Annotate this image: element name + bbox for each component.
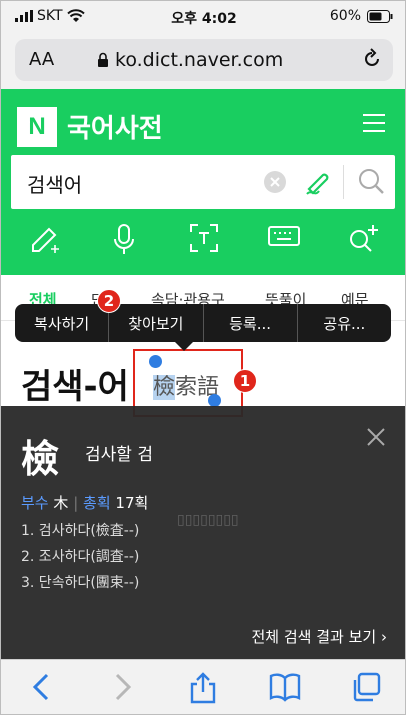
bookmarks-icon[interactable] [269, 672, 301, 702]
forward-icon[interactable] [113, 672, 133, 702]
url-field[interactable]: ko.dict.naver.com [97, 49, 283, 71]
radical-value: 木 [53, 494, 69, 512]
strokes-label: 총획 [83, 494, 111, 512]
handwriting-input-icon[interactable] [29, 223, 63, 257]
battery-group: 60% [330, 8, 393, 24]
register-menu-item[interactable]: 등록... [204, 304, 298, 342]
keyboard-icon[interactable] [267, 223, 301, 253]
more-results-label: 전체 검색 결과 보기 [251, 628, 377, 646]
search-box: 검색어 [11, 155, 395, 209]
handwriting-icon[interactable] [303, 167, 333, 197]
address-bar-area: AA ko.dict.naver.com [1, 33, 405, 89]
url-text: ko.dict.naver.com [115, 49, 284, 71]
phone-screen: SKT 오후 4:02 60% AA ko.dict.naver.com N 국… [0, 0, 406, 715]
reload-icon[interactable] [361, 48, 383, 70]
back-icon[interactable] [31, 672, 51, 702]
context-menu-pointer [175, 342, 193, 351]
lookup-meaning: 검사할 검 [85, 445, 153, 465]
search-icon[interactable] [357, 167, 385, 195]
background-text-ghost: ▯▯▯▯▯▯▯▯ [177, 512, 239, 528]
clear-icon[interactable] [263, 170, 287, 194]
dictionary-title[interactable]: 국어사전 [67, 108, 163, 145]
definition-list: 1. 검사하다(檢査--) 2. 조사하다(調査--) 3. 단속하다(團束--… [21, 518, 139, 596]
chevron-right-icon: › [381, 628, 387, 646]
more-results-link[interactable]: 전체 검색 결과 보기 › [252, 626, 388, 647]
annotation-badge-2: 2 [97, 289, 121, 313]
definition-item: 2. 조사하다(調査--) [21, 549, 140, 565]
copy-menu-item[interactable]: 복사하기 [15, 304, 110, 342]
add-search-icon[interactable] [347, 223, 381, 255]
text-size-button[interactable]: AA [29, 49, 54, 70]
radical-label: 부수 [21, 494, 49, 512]
strokes-value: 17획 [115, 494, 149, 512]
definition-item: 3. 단속하다(團束--) [21, 575, 140, 591]
headword: 검색-어 [21, 367, 129, 407]
battery-icon [367, 9, 393, 23]
input-tools [1, 223, 405, 267]
context-menu: 복사하기 찾아보기 등록... 공유... [15, 304, 391, 342]
address-bar[interactable]: AA ko.dict.naver.com [15, 39, 393, 81]
microphone-icon[interactable] [111, 223, 137, 257]
definition-item: 1. 검사하다(檢査--) [21, 523, 140, 539]
lock-icon [98, 52, 108, 67]
lookup-menu-item[interactable]: 찾아보기 [109, 304, 204, 342]
search-input[interactable]: 검색어 [27, 169, 82, 198]
menu-icon[interactable] [363, 113, 385, 133]
battery-percent: 60% [329, 8, 361, 24]
close-icon[interactable] [367, 428, 385, 446]
search-divider [343, 165, 344, 199]
radical-info: 부수 木 | 총획 17획 [21, 494, 149, 512]
annotation-badge-1: 1 [233, 369, 257, 393]
status-bar: SKT 오후 4:02 60% [1, 1, 405, 33]
browser-toolbar [1, 659, 405, 714]
share-icon[interactable] [189, 672, 217, 704]
tabs-icon[interactable] [351, 672, 381, 702]
dictionary-header: N 국어사전 검색어 [1, 89, 405, 275]
text-scan-icon[interactable] [189, 223, 219, 253]
naver-logo[interactable]: N [17, 107, 57, 147]
share-menu-item[interactable]: 공유... [298, 304, 391, 342]
lookup-character: 檢 [21, 437, 60, 481]
lookup-panel: ▯▯▯▯▯▯▯▯ 檢 검사할 검 부수 木 | 총획 17획 1. 검사하다(檢… [1, 406, 405, 659]
